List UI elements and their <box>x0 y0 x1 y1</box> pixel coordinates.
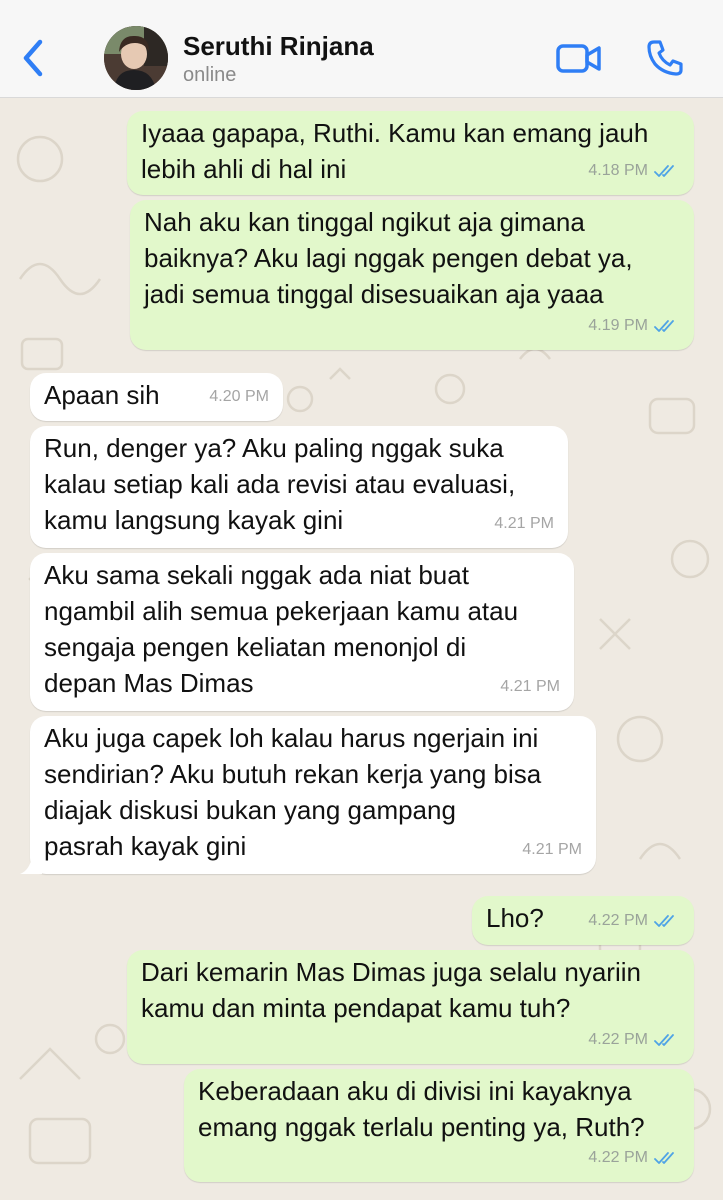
outgoing-message[interactable]: Nah aku kan tinggal ngikut aja gimana ba… <box>130 200 694 350</box>
chat-area[interactable]: Iyaaa gapapa, Ruthi. Kamu kan emang jauh… <box>0 99 723 1200</box>
message-time: 4.22 PM <box>588 1149 648 1166</box>
avatar[interactable] <box>104 26 168 90</box>
back-button[interactable] <box>18 36 48 80</box>
message-meta: 4.22 PM <box>588 1140 680 1176</box>
message-time: 4.21 PM <box>522 841 582 858</box>
read-receipt-icon <box>654 1152 674 1164</box>
chevron-left-icon <box>23 39 43 77</box>
read-receipt-icon <box>654 320 674 332</box>
message-time: 4.21 PM <box>494 515 554 532</box>
message-text: Keberadaan aku di divisi ini kayaknya em… <box>198 1076 645 1142</box>
contact-status: online <box>183 64 237 86</box>
message-text: Aku juga capek loh kalau harus ngerjain … <box>44 723 542 861</box>
message-text: Aku sama sekali nggak ada niat buat ngam… <box>44 560 519 698</box>
incoming-message[interactable]: Aku juga capek loh kalau harus ngerjain … <box>20 716 596 874</box>
video-camera-icon <box>556 44 601 73</box>
message-text: Dari kemarin Mas Dimas juga selalu nyari… <box>141 957 641 1023</box>
message-text: Apaan sih <box>44 380 160 410</box>
message-time: 4.22 PM <box>588 912 648 929</box>
message-text: Run, denger ya? Aku paling nggak suka ka… <box>44 433 516 535</box>
voice-call-button[interactable] <box>645 38 685 78</box>
message-meta: 4.18 PM <box>588 153 680 189</box>
message-meta: 4.21 PM <box>494 506 554 542</box>
message-time: 4.18 PM <box>588 162 648 179</box>
message-meta: 4.22 PM <box>588 1022 680 1058</box>
message-text: Lho? <box>486 903 544 933</box>
incoming-message[interactable]: Run, denger ya? Aku paling nggak suka ka… <box>30 426 568 548</box>
incoming-message[interactable]: Aku sama sekali nggak ada niat buat ngam… <box>30 553 574 711</box>
message-time: 4.20 PM <box>209 388 269 405</box>
message-text: Nah aku kan tinggal ngikut aja gimana ba… <box>144 207 633 309</box>
message-meta: 4.21 PM <box>522 832 582 868</box>
video-call-button[interactable] <box>555 40 603 76</box>
contact-name[interactable]: Seruthi Rinjana <box>183 31 374 62</box>
message-time: 4.21 PM <box>500 678 560 695</box>
bubble-tail <box>20 856 42 874</box>
outgoing-message[interactable]: Keberadaan aku di divisi ini kayaknya em… <box>184 1069 694 1182</box>
read-receipt-icon <box>654 1034 674 1046</box>
read-receipt-icon <box>654 915 674 927</box>
outgoing-message[interactable]: Dari kemarin Mas Dimas juga selalu nyari… <box>127 950 694 1064</box>
message-meta: 4.22 PM <box>588 903 680 939</box>
outgoing-message[interactable]: Iyaaa gapapa, Ruthi. Kamu kan emang jauh… <box>127 111 694 195</box>
message-time: 4.19 PM <box>588 317 648 334</box>
message-meta: 4.20 PM <box>209 379 269 415</box>
chat-header: Seruthi Rinjana online <box>0 0 723 98</box>
message-meta: 4.19 PM <box>588 308 680 344</box>
avatar-photo <box>104 26 168 90</box>
message-text: Iyaaa gapapa, Ruthi. Kamu kan emang jauh… <box>141 118 649 184</box>
message-meta: 4.21 PM <box>500 669 560 705</box>
incoming-message[interactable]: Apaan sih 4.20 PM <box>30 373 283 421</box>
message-time: 4.22 PM <box>588 1031 648 1048</box>
read-receipt-icon <box>654 165 674 177</box>
outgoing-message[interactable]: Lho? 4.22 PM <box>472 896 694 945</box>
phone-icon <box>647 40 683 76</box>
